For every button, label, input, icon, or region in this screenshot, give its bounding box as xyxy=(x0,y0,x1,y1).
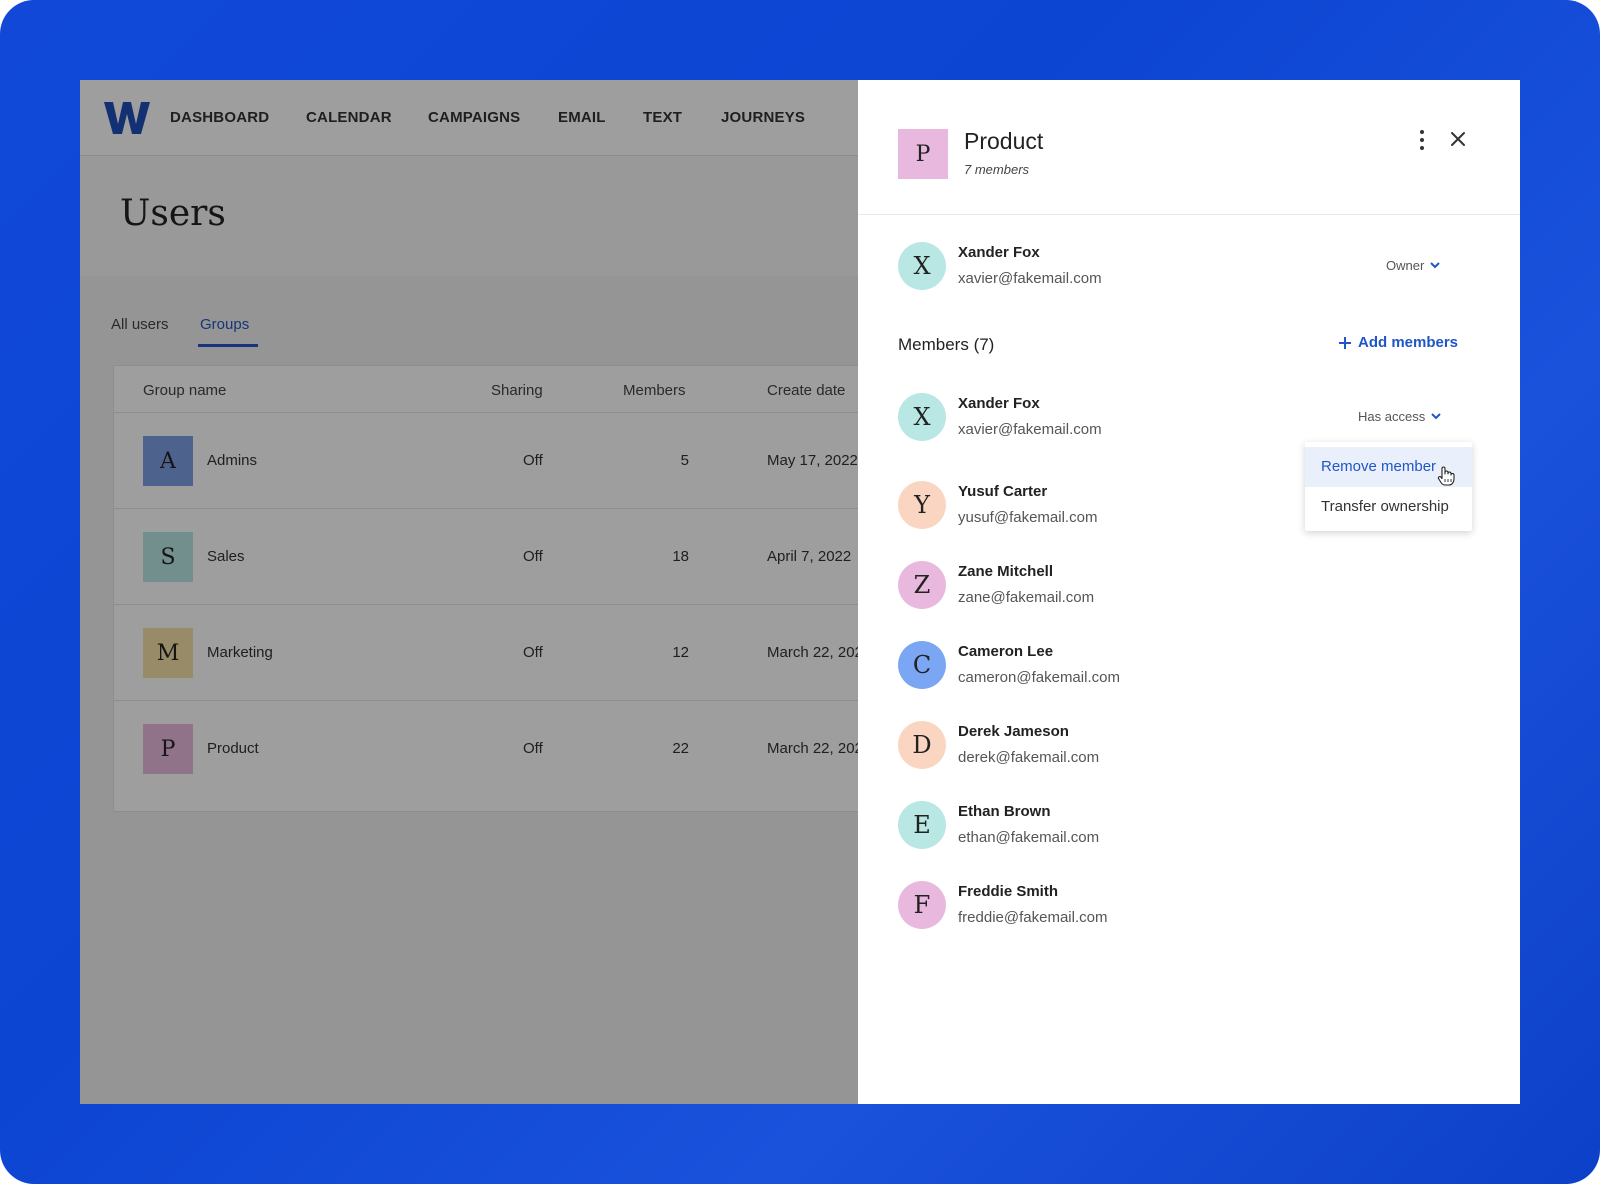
panel-header: P Product 7 members xyxy=(858,80,1520,215)
chevron-down-icon xyxy=(1430,262,1441,269)
member-email: freddie@fakemail.com xyxy=(958,909,1108,926)
member-row: F Freddie Smith freddie@fakemail.com xyxy=(898,881,1458,929)
member-role-dropdown[interactable]: Has access xyxy=(1358,409,1441,424)
user-avatar: C xyxy=(898,641,946,689)
app-window: DASHBOARD CALENDAR CAMPAIGNS EMAIL TEXT … xyxy=(80,80,1520,1104)
member-name: Freddie Smith xyxy=(958,883,1059,900)
member-name: Zane Mitchell xyxy=(958,563,1054,580)
plus-icon xyxy=(1339,336,1351,349)
owner-email: xavier@fakemail.com xyxy=(958,270,1102,287)
close-icon[interactable] xyxy=(1448,129,1468,149)
role-label: Has access xyxy=(1358,409,1426,424)
background-frame: DASHBOARD CALENDAR CAMPAIGNS EMAIL TEXT … xyxy=(0,0,1600,1184)
role-label: Owner xyxy=(1386,258,1425,273)
member-name: Cameron Lee xyxy=(958,643,1054,660)
hand-cursor-icon xyxy=(1437,466,1455,486)
panel-title: Product xyxy=(964,128,1044,154)
member-email: cameron@fakemail.com xyxy=(958,669,1120,686)
user-avatar: X xyxy=(898,242,946,290)
user-avatar: F xyxy=(898,881,946,929)
member-actions-menu: Remove member Transfer ownership xyxy=(1305,442,1472,531)
members-heading: Members (7) xyxy=(898,335,995,354)
owner-row: X Xander Fox xavier@fakemail.com xyxy=(898,242,1458,290)
member-row: Z Zane Mitchell zane@fakemail.com xyxy=(898,561,1458,609)
member-name: Yusuf Carter xyxy=(958,483,1048,500)
member-email: derek@fakemail.com xyxy=(958,749,1100,766)
chevron-down-icon xyxy=(1431,413,1441,420)
member-email: ethan@fakemail.com xyxy=(958,829,1100,846)
member-email: yusuf@fakemail.com xyxy=(958,509,1098,526)
kebab-icon[interactable] xyxy=(1412,129,1432,151)
owner-role-dropdown[interactable]: Owner xyxy=(1386,258,1441,273)
member-row: C Cameron Lee cameron@fakemail.com xyxy=(898,641,1458,689)
member-name: Xander Fox xyxy=(958,395,1040,412)
user-avatar: Z xyxy=(898,561,946,609)
modal-overlay[interactable] xyxy=(80,80,858,1104)
member-count: 7 members xyxy=(964,162,1030,177)
owner-name: Xander Fox xyxy=(958,244,1040,261)
add-members-button[interactable]: Add members xyxy=(1338,334,1458,351)
member-row: E Ethan Brown ethan@fakemail.com xyxy=(898,801,1458,849)
member-email: zane@fakemail.com xyxy=(958,589,1095,606)
add-members-label: Add members xyxy=(1358,334,1459,351)
user-avatar: Y xyxy=(898,481,946,529)
group-detail-panel: P Product 7 members X Xander Fox xavier@… xyxy=(858,80,1520,1104)
user-avatar: E xyxy=(898,801,946,849)
transfer-ownership-option[interactable]: Transfer ownership xyxy=(1305,487,1472,527)
member-row: D Derek Jameson derek@fakemail.com xyxy=(898,721,1458,769)
main-app: DASHBOARD CALENDAR CAMPAIGNS EMAIL TEXT … xyxy=(80,80,858,1104)
member-name: Ethan Brown xyxy=(958,803,1051,820)
group-avatar: P xyxy=(898,129,948,179)
member-name: Derek Jameson xyxy=(958,723,1069,740)
member-email: xavier@fakemail.com xyxy=(958,421,1102,438)
user-avatar: X xyxy=(898,393,946,441)
user-avatar: D xyxy=(898,721,946,769)
